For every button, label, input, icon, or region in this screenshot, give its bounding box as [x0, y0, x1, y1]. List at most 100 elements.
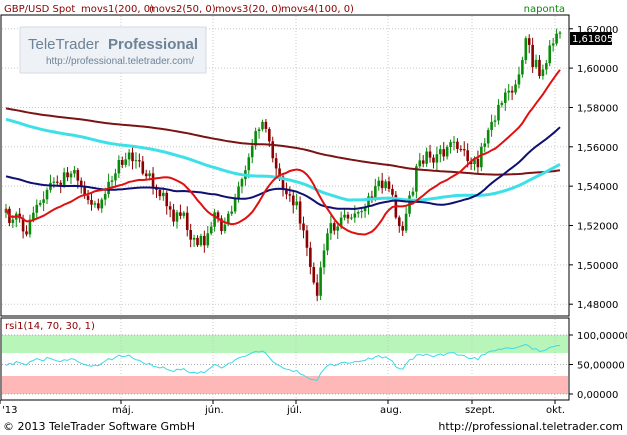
candle-body [380, 180, 384, 189]
candle-body [302, 223, 305, 231]
candle-body [558, 32, 562, 34]
chart-svg: TeleTrader Professional http://professio… [0, 4, 627, 433]
x-tick-label: okt. [546, 405, 565, 416]
candle-body [32, 212, 35, 220]
candle-body [445, 147, 449, 157]
candle-body [329, 223, 333, 234]
candle-body [459, 148, 463, 150]
candle-body [90, 199, 93, 205]
candle-body [62, 172, 66, 185]
candle-body [268, 128, 271, 142]
watermark: TeleTrader Professional http://professio… [19, 26, 207, 74]
watermark-url: http://professional.teletrader.com/ [46, 56, 194, 67]
x-tick-label: '13 [2, 405, 17, 416]
candle-body [534, 59, 538, 68]
indicator-movs1: movs1(200, 0) [81, 4, 154, 15]
x-tick-label: júl. [286, 404, 302, 416]
candle-body [124, 159, 127, 165]
indicator-movs3: movs3(20, 0) [215, 4, 282, 15]
candle-body [527, 38, 531, 45]
candle-body [432, 157, 435, 163]
candle-body [69, 173, 73, 178]
candle-body [483, 143, 487, 147]
candle-body [172, 209, 175, 222]
candle-body [555, 33, 558, 44]
candle-body [42, 199, 45, 203]
candle-body [52, 181, 56, 183]
candle-body [257, 129, 261, 132]
last-price-value: 1,61805 [572, 34, 613, 45]
candle-body [233, 198, 237, 212]
candle-body [332, 223, 336, 231]
rsi-overbought-zone [2, 335, 568, 353]
candle-body [541, 69, 545, 76]
candle-body [517, 74, 521, 85]
price-y-label: 1,48000 [577, 300, 618, 311]
indicator-movs4: movs4(100, 0) [281, 4, 354, 15]
candle-body [428, 151, 432, 158]
candle-body [387, 181, 391, 189]
candle-body [138, 160, 141, 162]
candle-body [449, 142, 452, 148]
candle-body [203, 235, 206, 246]
candle-body [73, 170, 76, 174]
candle-body [93, 203, 97, 205]
candle-body [59, 182, 63, 185]
indicator-movs2: movs2(50, 0) [149, 4, 216, 15]
candle-body [442, 149, 446, 157]
candle-body [500, 102, 504, 105]
candle-body [374, 186, 377, 199]
candle-body [179, 212, 182, 216]
candle-body [418, 160, 422, 167]
candle-body [466, 150, 469, 161]
candle-body [11, 219, 15, 223]
candle-body [158, 189, 162, 197]
interval-label: naponta [524, 4, 565, 15]
candle-body [134, 160, 138, 162]
candle-body [456, 141, 459, 149]
candle-body [452, 141, 456, 143]
rsi-header: rsi1(14, 70, 30, 1) [5, 321, 95, 332]
candle-body [545, 63, 548, 70]
candle-body [353, 213, 357, 218]
rsi-y-axis: 100,00000 50,00000 0,00000 [569, 331, 627, 401]
candle-body [521, 60, 524, 75]
candle-body [55, 181, 59, 183]
rsi-y-label: 50,00000 [577, 361, 625, 372]
candle-body [548, 45, 552, 64]
candle-body [319, 267, 322, 296]
candle-body [336, 226, 340, 231]
price-y-label: 1,54000 [577, 182, 618, 193]
candle-body [131, 152, 134, 162]
candle-body [162, 192, 165, 197]
candle-body [360, 211, 363, 213]
candle-body [97, 203, 100, 209]
candle-body [326, 233, 329, 251]
candle-body [524, 38, 528, 61]
candle-body [404, 213, 408, 231]
price-y-label: 1,58000 [577, 103, 618, 114]
candle-body [148, 173, 151, 177]
candle-body [490, 121, 493, 131]
candle-body [45, 189, 49, 200]
candle-body [25, 231, 28, 235]
candle-body [288, 194, 292, 196]
candle-body [175, 212, 179, 222]
symbol-label: GBP/USD Spot [4, 4, 75, 15]
candle-body [103, 194, 107, 200]
candle-body [199, 235, 203, 246]
candle-body [411, 191, 415, 196]
candle-body [223, 224, 227, 232]
candle-body [66, 172, 69, 178]
candle-body [538, 59, 541, 76]
x-tick-label: szept. [465, 405, 495, 416]
candle-body [114, 173, 117, 181]
candle-body [462, 149, 466, 151]
candle-body [168, 206, 172, 210]
candle-body [401, 226, 404, 231]
rsi-oversold-zone [2, 376, 568, 394]
candle-body [117, 159, 121, 174]
candle-body [551, 43, 555, 46]
rsi-y-label: 100,00000 [577, 331, 627, 342]
rsi-y-label: 0,00000 [577, 390, 618, 401]
